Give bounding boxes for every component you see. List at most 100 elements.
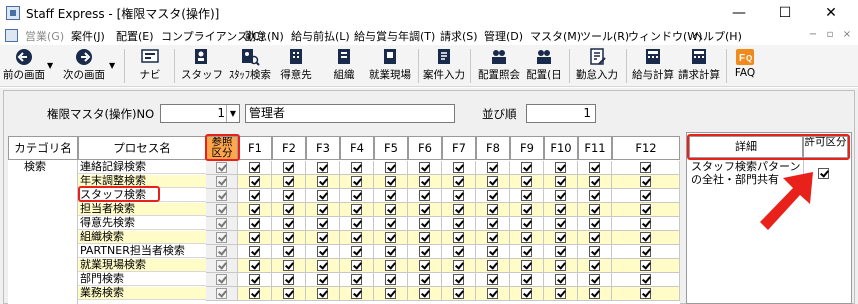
assignment-inquiry-button[interactable]: 配置照会 <box>474 46 524 86</box>
f5-checkbox[interactable] <box>385 260 396 271</box>
f12-checkbox[interactable] <box>640 204 651 215</box>
back-button[interactable]: 前の画面 <box>2 46 46 86</box>
reference-checkbox[interactable] <box>216 246 227 257</box>
f7-checkbox[interactable] <box>453 260 464 271</box>
row-process-name[interactable]: 業務検索 <box>78 287 206 300</box>
f11-checkbox[interactable] <box>589 246 600 257</box>
menu-kyuyo-maebarai[interactable]: 給与前払(L) <box>291 28 350 44</box>
f10-checkbox[interactable] <box>555 274 566 285</box>
f7-checkbox[interactable] <box>453 190 464 201</box>
f1-checkbox[interactable] <box>249 232 260 243</box>
f12-checkbox[interactable] <box>640 288 651 299</box>
faq-button[interactable]: FQ FAQ <box>730 46 760 86</box>
f4-checkbox[interactable] <box>351 232 362 243</box>
menu-help[interactable]: ヘルプ(H) <box>692 28 742 44</box>
customer-button[interactable]: 得意先 <box>276 46 316 86</box>
f7-checkbox[interactable] <box>453 218 464 229</box>
f5-checkbox[interactable] <box>385 288 396 299</box>
f6-checkbox[interactable] <box>419 190 430 201</box>
f5-checkbox[interactable] <box>385 190 396 201</box>
reference-checkbox[interactable] <box>216 260 227 271</box>
f11-checkbox[interactable] <box>589 274 600 285</box>
row-process-name[interactable]: 組織検索 <box>78 231 206 244</box>
f10-checkbox[interactable] <box>555 260 566 271</box>
master-no-dropdown-icon[interactable]: ▼ <box>226 105 239 122</box>
row-process-name[interactable]: PARTNER担当者検索 <box>78 245 206 258</box>
f3-checkbox[interactable] <box>317 260 328 271</box>
f9-checkbox[interactable] <box>521 260 532 271</box>
f2-checkbox[interactable] <box>283 232 294 243</box>
f9-checkbox[interactable] <box>521 246 532 257</box>
f11-checkbox[interactable] <box>589 190 600 201</box>
f1-checkbox[interactable] <box>249 246 260 257</box>
f8-checkbox[interactable] <box>487 162 498 173</box>
master-name-field[interactable]: 管理者 <box>245 104 455 123</box>
f1-checkbox[interactable] <box>249 274 260 285</box>
f7-checkbox[interactable] <box>453 274 464 285</box>
f2-checkbox[interactable] <box>283 204 294 215</box>
f11-checkbox[interactable] <box>589 204 600 215</box>
f1-checkbox[interactable] <box>249 176 260 187</box>
f2-checkbox[interactable] <box>283 176 294 187</box>
f1-checkbox[interactable] <box>249 190 260 201</box>
f1-checkbox[interactable] <box>249 288 260 299</box>
f4-checkbox[interactable] <box>351 274 362 285</box>
menu-haichi[interactable]: 配置(E) <box>116 28 154 44</box>
f1-checkbox[interactable] <box>249 260 260 271</box>
f6-checkbox[interactable] <box>419 288 430 299</box>
f4-checkbox[interactable] <box>351 162 362 173</box>
f5-checkbox[interactable] <box>385 218 396 229</box>
f8-checkbox[interactable] <box>487 204 498 215</box>
staff-search-button[interactable]: ｽﾀｯﾌ検索 <box>226 46 274 86</box>
menu-seikyu[interactable]: 請求(S) <box>440 28 478 44</box>
f6-checkbox[interactable] <box>419 274 430 285</box>
f7-checkbox[interactable] <box>453 288 464 299</box>
f8-checkbox[interactable] <box>487 260 498 271</box>
f10-checkbox[interactable] <box>555 190 566 201</box>
f11-checkbox[interactable] <box>589 288 600 299</box>
f2-checkbox[interactable] <box>283 246 294 257</box>
reference-checkbox[interactable] <box>216 162 227 173</box>
f4-checkbox[interactable] <box>351 260 362 271</box>
f9-checkbox[interactable] <box>521 218 532 229</box>
master-no-field[interactable]: 1 ▼ <box>160 104 240 123</box>
attendance-entry-button[interactable]: 勤怠入力 <box>573 46 621 86</box>
close-button[interactable]: ✕ <box>808 0 854 26</box>
f10-checkbox[interactable] <box>555 232 566 243</box>
navi-button[interactable]: ナビ <box>132 46 168 86</box>
f8-checkbox[interactable] <box>487 218 498 229</box>
f5-checkbox[interactable] <box>385 204 396 215</box>
f12-checkbox[interactable] <box>640 260 651 271</box>
f9-checkbox[interactable] <box>521 176 532 187</box>
f2-checkbox[interactable] <box>283 288 294 299</box>
f7-checkbox[interactable] <box>453 232 464 243</box>
f5-checkbox[interactable] <box>385 274 396 285</box>
menu-eigyo[interactable]: 営業(G) <box>25 28 64 44</box>
f3-checkbox[interactable] <box>317 232 328 243</box>
forward-dropdown-icon[interactable]: ▼ <box>109 61 115 70</box>
f8-checkbox[interactable] <box>487 274 498 285</box>
f7-checkbox[interactable] <box>453 246 464 257</box>
project-entry-button[interactable]: 案件入力 <box>421 46 467 86</box>
menu-kintai[interactable]: 勤怠(N) <box>245 28 284 44</box>
menu-tool[interactable]: ツール(R) <box>580 28 629 44</box>
mdi-minimize-button[interactable]: − <box>806 29 820 42</box>
f4-checkbox[interactable] <box>351 288 362 299</box>
f12-checkbox[interactable] <box>640 232 651 243</box>
f10-checkbox[interactable] <box>555 176 566 187</box>
f12-checkbox[interactable] <box>640 218 651 229</box>
f3-checkbox[interactable] <box>317 246 328 257</box>
f5-checkbox[interactable] <box>385 232 396 243</box>
f6-checkbox[interactable] <box>419 260 430 271</box>
mdi-restore-button[interactable]: ▫ <box>823 29 837 42</box>
f10-checkbox[interactable] <box>555 246 566 257</box>
reference-checkbox[interactable] <box>216 232 227 243</box>
f6-checkbox[interactable] <box>419 232 430 243</box>
reference-checkbox[interactable] <box>216 218 227 229</box>
f8-checkbox[interactable] <box>487 176 498 187</box>
f12-checkbox[interactable] <box>640 274 651 285</box>
f3-checkbox[interactable] <box>317 190 328 201</box>
order-field[interactable]: 1 <box>526 104 596 123</box>
f2-checkbox[interactable] <box>283 218 294 229</box>
row-process-name[interactable]: 担当者検索 <box>78 203 206 216</box>
